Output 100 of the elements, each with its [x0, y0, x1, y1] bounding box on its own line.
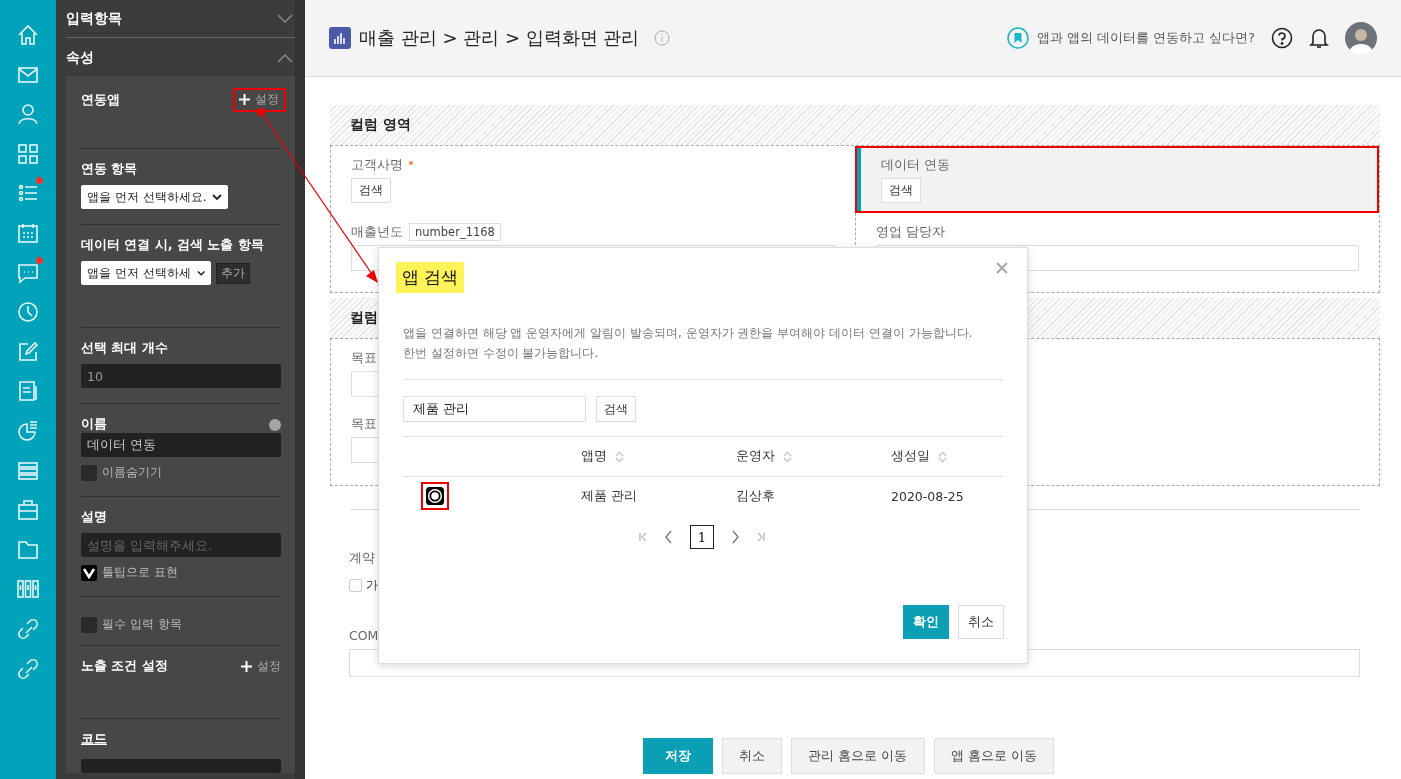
notification-dot	[36, 177, 43, 185]
set-link[interactable]: 설정	[239, 92, 279, 107]
checkbox-label: 가	[366, 577, 378, 594]
avatar[interactable]	[1345, 22, 1377, 54]
code-field[interactable]	[81, 759, 281, 773]
field-select[interactable]: 앱을 먼저 선택하세	[81, 261, 211, 285]
description-field[interactable]: 설명을 입력해주세요.	[81, 533, 281, 557]
column-header[interactable]: 운영자	[736, 448, 775, 465]
search-field[interactable]: 제품 관리	[403, 396, 586, 422]
dialog-title: 앱 검색	[396, 262, 465, 293]
checkbox-label: 이름숨기기	[102, 464, 162, 481]
bar-chart-icon	[329, 27, 351, 49]
property-label: 연동앱	[81, 91, 120, 109]
page-button[interactable]: 1	[690, 525, 714, 549]
radio-button[interactable]	[426, 487, 444, 505]
close-icon[interactable]	[996, 262, 1008, 274]
chart-icon[interactable]	[17, 419, 39, 442]
add-button[interactable]: 추가	[216, 262, 250, 284]
property-label: 코드	[81, 731, 107, 748]
property-label: 설명	[81, 509, 107, 526]
search-button[interactable]: 검색	[881, 178, 921, 203]
sort-icon[interactable]	[938, 450, 947, 463]
app-select[interactable]: 앱을 먼저 선택하세요.	[81, 185, 229, 209]
clock-icon[interactable]	[17, 301, 39, 324]
user-icon[interactable]	[17, 103, 39, 126]
field-label: 목표	[351, 415, 377, 433]
section-title: 컬럼	[350, 309, 378, 327]
chevron-down-icon[interactable]	[277, 13, 293, 24]
dot-icon[interactable]	[269, 418, 281, 431]
info-icon[interactable]	[653, 30, 670, 46]
help-link[interactable]: 앱과 앱의 데이터를 연동하고 싶다면?	[1037, 29, 1255, 47]
column-header[interactable]: 생성일	[891, 448, 930, 465]
field-label: 계약	[349, 550, 376, 567]
field-code-tag: number_1168	[409, 223, 501, 241]
checkbox-label: 필수 입력 항목	[102, 616, 182, 633]
property-label: 데이터 연결 시, 검색 노출 항목	[81, 237, 264, 254]
briefcase-icon[interactable]	[17, 499, 39, 522]
notice-text: 한번 설정하면 수정이 불가능합니다.	[403, 345, 600, 362]
document-icon[interactable]	[17, 380, 39, 403]
checkbox[interactable]	[81, 616, 97, 633]
bell-icon[interactable]	[1309, 27, 1329, 49]
first-page-icon[interactable]	[638, 532, 648, 542]
section-title: 컬럼 영역	[350, 116, 411, 134]
chevron-down-icon	[196, 269, 205, 277]
max-count-field[interactable]: 10	[81, 364, 281, 388]
search-button[interactable]: 검색	[596, 396, 636, 422]
checkbox-label: 툴팁으로 표현	[102, 564, 178, 581]
section-title: 입력항목	[66, 9, 122, 28]
checkbox[interactable]	[349, 579, 362, 592]
field-label: 목표	[351, 349, 377, 367]
plus-icon	[239, 94, 250, 105]
action-button[interactable]: 취소	[722, 738, 783, 774]
field-label: COM	[349, 628, 380, 643]
chat-icon[interactable]	[17, 261, 39, 284]
search-button[interactable]: 검색	[351, 178, 391, 203]
field-label: 매출년도	[351, 223, 403, 241]
rows-icon[interactable]	[17, 459, 39, 482]
cancel-button[interactable]: 취소	[958, 605, 1004, 639]
column-header[interactable]: 앱명	[581, 448, 607, 465]
scrollbar[interactable]	[295, 0, 305, 779]
table-cell: 2020-08-25	[891, 488, 964, 504]
grid-icon[interactable]	[17, 142, 39, 165]
set-link[interactable]: 설정	[241, 659, 281, 674]
columns-icon[interactable]	[17, 578, 39, 601]
link-icon[interactable]	[17, 657, 39, 680]
property-label: 연동 항목	[81, 161, 138, 178]
section-title: 속성	[66, 49, 94, 67]
checkbox[interactable]	[81, 464, 97, 481]
form-field-cell[interactable]: 고객사명 검색	[331, 146, 855, 213]
property-label: 노출 조건 설정	[81, 658, 168, 675]
action-button[interactable]: 앱 홈으로 이동	[933, 738, 1054, 774]
bookmark-icon[interactable]	[1007, 27, 1030, 49]
notice-text: 앱을 연결하면 해당 앱 운영자에게 알림이 발송되며, 운영자가 권한을 부여해야 데이터 연결이 가능합니다.	[403, 325, 974, 342]
calendar-icon[interactable]	[17, 221, 39, 244]
name-field[interactable]: 데이터 연동	[81, 433, 281, 457]
previous-page-icon[interactable]	[664, 530, 674, 544]
form-field-cell[interactable]: 데이터 연동 검색	[855, 146, 1379, 213]
breadcrumb: 매출 관리 > 관리 > 입력화면 관리	[359, 26, 640, 50]
sort-icon[interactable]	[783, 450, 792, 463]
folder-icon[interactable]	[17, 538, 39, 561]
field-label: 고객사명	[351, 156, 403, 174]
chevron-down-icon	[212, 193, 223, 201]
chevron-up-icon[interactable]	[277, 53, 293, 63]
action-button[interactable]: 관리 홈으로 이동	[791, 738, 925, 774]
link-icon[interactable]	[17, 617, 39, 640]
checkbox[interactable]	[81, 564, 97, 581]
field-label: 영업 담당자	[876, 223, 945, 241]
notification-dot	[36, 256, 43, 264]
field-label: 데이터 연동	[881, 156, 950, 174]
table-cell: 김상후	[736, 487, 775, 503]
next-page-icon[interactable]	[730, 530, 740, 544]
edit-icon[interactable]	[17, 340, 39, 363]
property-label: 이름	[81, 416, 107, 433]
last-page-icon[interactable]	[756, 532, 766, 542]
sort-icon[interactable]	[615, 450, 624, 463]
table-cell: 제품 관리	[581, 487, 637, 503]
plus-icon	[241, 661, 252, 672]
property-label: 선택 최대 개수	[81, 340, 168, 357]
help-icon[interactable]	[1271, 27, 1293, 49]
home-icon[interactable]	[17, 24, 39, 46]
